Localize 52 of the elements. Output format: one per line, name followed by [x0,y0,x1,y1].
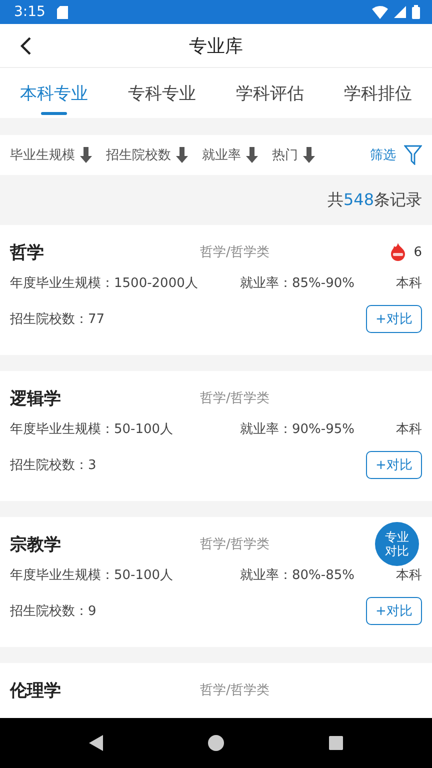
sd-card-icon [57,6,68,18]
major-name: 宗教学 [10,534,62,556]
major-name: 哲学 [10,242,45,264]
major-category: 哲学/哲学类 [200,682,270,699]
school-count: 招生院校数：9 [10,603,96,620]
down-arrow-icon [246,147,258,163]
degree-level: 本科 [396,421,422,438]
down-arrow-icon [303,147,315,163]
down-arrow-icon [80,147,92,163]
major-name: 伦理学 [10,680,62,702]
major-category: 哲学/哲学类 [200,244,270,261]
graduate-scale: 年度毕业生规模：1500-2000人 [10,275,199,292]
hot-flame-icon [390,243,406,261]
compare-button[interactable]: +对比 [366,305,422,333]
sort-button[interactable]: 毕业生规模 [10,146,92,164]
degree-level: 本科 [396,567,422,584]
sort-button[interactable]: 热门 [272,146,315,164]
tab[interactable]: 本科专业 [0,68,108,118]
major-card[interactable]: 哲学 哲学/哲学类 6 年度毕业生规模：1500-2000人 就业率：85%-90% 本科 招生院校数：77 +对比 [0,225,432,355]
page-title: 专业库 [189,34,243,58]
down-arrow-icon [176,147,188,163]
sort-button[interactable]: 招生院校数 [106,146,188,164]
funnel-icon [404,145,422,165]
graduate-scale: 年度毕业生规模：50-100人 [10,567,174,584]
tab[interactable]: 专科专业 [108,68,216,118]
filter-button[interactable]: 筛选 [370,145,422,165]
degree-level: 本科 [396,275,422,292]
school-count: 招生院校数：3 [10,457,96,474]
hot-count: 6 [414,244,422,260]
major-card[interactable]: 伦理学 哲学/哲学类 [0,663,432,718]
employment-rate: 就业率：80%-85% [240,567,354,584]
back-nav-icon[interactable] [89,735,103,751]
school-count: 招生院校数：77 [10,311,105,328]
major-category: 哲学/哲学类 [200,536,270,553]
status-time: 3:15 [14,4,46,20]
record-count: 共548条记录 [327,190,422,210]
wifi-icon [372,6,388,18]
tab[interactable]: 学科排位 [324,68,432,118]
graduate-scale: 年度毕业生规模：50-100人 [10,421,174,438]
tab[interactable]: 学科评估 [216,68,324,118]
major-card[interactable]: 逻辑学 哲学/哲学类 年度毕业生规模：50-100人 就业率：90%-95% 本科 招生院校数：3 +对比 [0,371,432,501]
back-icon[interactable] [20,36,32,56]
major-name: 逻辑学 [10,388,62,410]
major-category: 哲学/哲学类 [200,390,270,407]
battery-icon [412,5,420,19]
signal-icon [394,6,406,18]
employment-rate: 就业率：90%-95% [240,421,354,438]
compare-button[interactable]: +对比 [366,451,422,479]
employment-rate: 就业率：85%-90% [240,275,354,292]
compare-button[interactable]: +对比 [366,597,422,625]
home-nav-icon[interactable] [208,735,224,751]
sort-button[interactable]: 就业率 [202,146,258,164]
